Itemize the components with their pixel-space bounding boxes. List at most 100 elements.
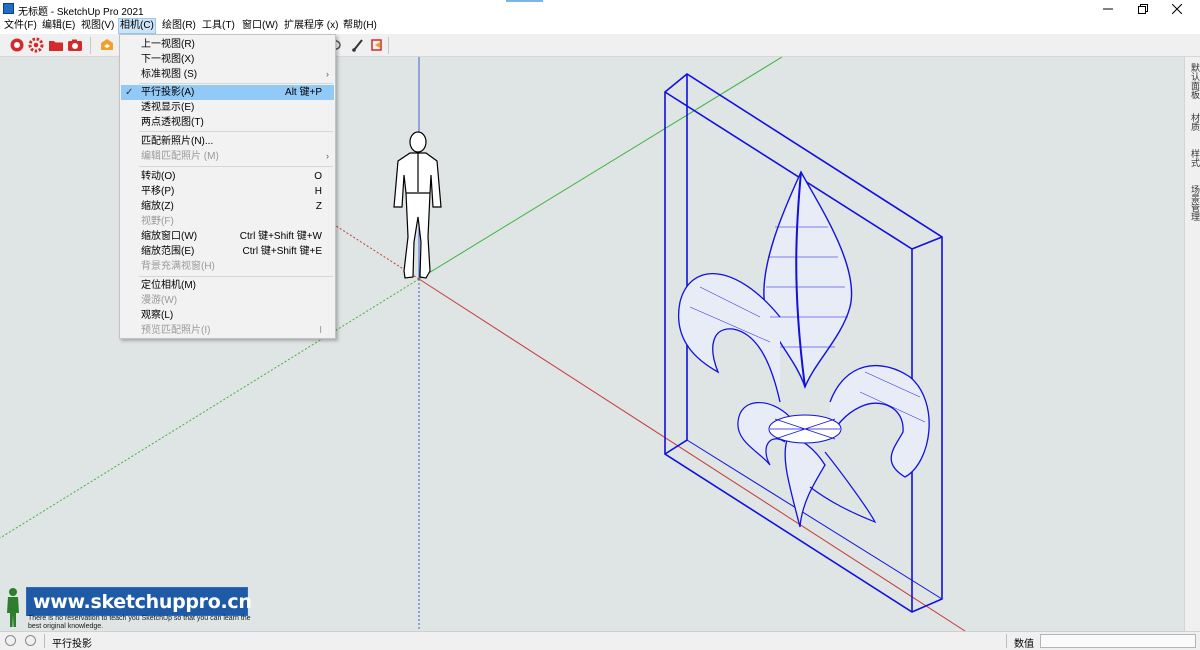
menu-perspective[interactable]: 透视显示(E) (121, 100, 334, 115)
menu-item-label: 下一视图(X) (141, 54, 195, 65)
credits-info-icon[interactable] (25, 635, 36, 646)
menu-orbit[interactable]: 转动(O) O (121, 169, 334, 184)
paint-tool-button[interactable] (350, 37, 366, 53)
window-title: 无标题 - SketchUp Pro 2021 (18, 7, 144, 18)
geo-location-icon[interactable] (5, 635, 16, 646)
menu-edit-matched-photo: 编辑匹配照片 (M) › (121, 149, 334, 164)
tray-tab-styles[interactable]: 样式 (1186, 149, 1200, 167)
menu-zoom-window[interactable]: 缩放窗口(W) Ctrl 键+Shift 键+W (121, 229, 334, 244)
menu-item-label: 缩放(Z) (141, 201, 174, 212)
menu-position-camera[interactable]: 定位相机(M) (121, 278, 334, 293)
tray-tab-scenes[interactable]: 场景管理 (1186, 185, 1200, 221)
menu-item-label: 平移(P) (141, 186, 175, 197)
section-plane-icon (371, 39, 382, 51)
menu-previous-view[interactable]: 上一视图(R) (121, 37, 334, 52)
measurements-input[interactable] (1040, 634, 1196, 648)
toolbar-separator (90, 37, 91, 54)
settings-button[interactable] (28, 37, 44, 53)
menu-extensions[interactable]: 扩展程序 (x) (283, 19, 339, 33)
fleur-de-lis-model[interactable] (664, 73, 943, 613)
menu-window[interactable]: 窗口(W) (241, 19, 279, 33)
brush-icon (352, 39, 363, 52)
checkmark-icon: ✓ (125, 87, 134, 98)
menu-zoom[interactable]: 缩放(Z) Z (121, 199, 334, 214)
menu-item-shortcut: Z (315, 201, 322, 212)
menu-item-shortcut: Ctrl 键+Shift 键+E (242, 246, 322, 257)
menu-separator (139, 131, 333, 132)
menu-standard-views[interactable]: 标准视图 (S) › (121, 67, 334, 82)
menu-match-new-photo[interactable]: 匹配新照片(N)... (121, 134, 334, 149)
close-icon (1172, 4, 1182, 14)
title-bar: 无标题 - SketchUp Pro 2021 (0, 0, 1200, 18)
menu-parallel-projection[interactable]: ✓ 平行投影(A) Alt 键+P (121, 85, 334, 100)
menu-view[interactable]: 视图(V) (80, 19, 115, 33)
green-axis (418, 57, 783, 280)
gear-icon (28, 37, 44, 53)
menu-camera[interactable]: 相机(C) (118, 18, 156, 34)
watermark: www.sketchuppro.cn There is no reservati… (0, 585, 260, 631)
menu-item-label: 两点透视图(T) (141, 117, 204, 128)
menu-help[interactable]: 帮助(H) (342, 19, 378, 33)
menu-walk: 漫游(W) (121, 293, 334, 308)
menu-item-shortcut: H (314, 186, 322, 197)
menu-item-label: 缩放窗口(W) (141, 231, 198, 242)
status-bar: 平行投影 数值 (0, 631, 1200, 650)
submenu-arrow-icon: › (326, 69, 329, 79)
menu-look-around[interactable]: 观察(L) (121, 308, 334, 323)
menu-item-label: 缩放范围(E) (141, 246, 195, 257)
menu-item-label: 转动(O) (141, 171, 176, 182)
menu-bar: 文件(F) 编辑(E) 视图(V) 相机(C) 绘图(R) 工具(T) 窗口(W… (0, 18, 1200, 34)
menu-item-label: 观察(L) (141, 310, 174, 321)
menu-two-point-perspective[interactable]: 两点透视图(T) (121, 115, 334, 130)
getting-started-button[interactable] (9, 37, 25, 53)
menu-item-label: 透视显示(E) (141, 102, 195, 113)
menu-item-shortcut: Alt 键+P (285, 87, 322, 98)
menu-item-label: 匹配新照片(N)... (141, 136, 214, 147)
menu-item-label: 漫游(W) (141, 295, 178, 306)
menu-tools[interactable]: 工具(T) (201, 19, 236, 33)
camera-dropdown-menu: 上一视图(R) 下一视图(X) 标准视图 (S) › ✓ 平行投影(A) Alt 键+… (119, 34, 336, 339)
status-separator (1006, 634, 1007, 648)
watermark-banner: www.sketchuppro.cn (26, 587, 252, 616)
menu-pan[interactable]: 平移(P) H (121, 184, 334, 199)
warehouse-icon (101, 39, 113, 50)
menu-separator (139, 166, 333, 167)
warehouse-button[interactable] (99, 37, 115, 53)
menu-zoom-extents[interactable]: 缩放范围(E) Ctrl 键+Shift 键+E (121, 244, 334, 259)
menu-edit[interactable]: 编辑(E) (41, 19, 76, 33)
watermark-subtitle: There is no reservation to teach you Ske… (28, 615, 251, 630)
menu-item-shortcut: I (319, 325, 322, 336)
person-logo-icon (7, 588, 19, 627)
menu-item-label: 编辑匹配照片 (M) (141, 151, 219, 162)
folder-icon (49, 41, 63, 51)
screenshot-button[interactable] (67, 37, 83, 53)
menu-item-label: 标准视图 (S) (141, 69, 198, 80)
menu-next-view[interactable]: 下一视图(X) (121, 52, 334, 67)
menu-item-label: 上一视图(R) (141, 39, 195, 50)
menu-separator (139, 83, 333, 84)
status-separator (44, 634, 45, 648)
menu-item-label: 定位相机(M) (141, 280, 196, 291)
close-button[interactable] (1154, 0, 1200, 18)
default-tray: 默认面板 材质 样式 场景管理 (1184, 57, 1200, 631)
section-tool-button[interactable] (369, 37, 385, 53)
title-accent-line (506, 0, 543, 2)
tray-tab-materials[interactable]: 材质 (1186, 113, 1200, 131)
menu-item-label: 平行投影(A) (141, 87, 195, 98)
menu-file[interactable]: 文件(F) (3, 19, 38, 33)
menu-field-of-view: 视野(F) (121, 214, 334, 229)
restore-icon (1138, 4, 1148, 14)
open-button[interactable] (48, 37, 64, 53)
menu-draw[interactable]: 绘图(R) (161, 19, 197, 33)
menu-item-label: 预览匹配照片(I) (141, 325, 211, 336)
status-message: 平行投影 (52, 639, 92, 650)
scale-figure[interactable] (393, 131, 442, 279)
submenu-arrow-icon: › (326, 151, 329, 161)
menu-item-label: 视野(F) (141, 216, 174, 227)
menu-preview-matched-photo: 预览匹配照片(I) I (121, 323, 334, 338)
toolbar-separator (388, 37, 389, 54)
watermark-title: www.sketchuppro.cn (33, 591, 252, 613)
tray-tab-default[interactable]: 默认面板 (1186, 63, 1200, 99)
minimize-icon (1103, 8, 1113, 10)
circle-logo-icon (10, 38, 24, 52)
